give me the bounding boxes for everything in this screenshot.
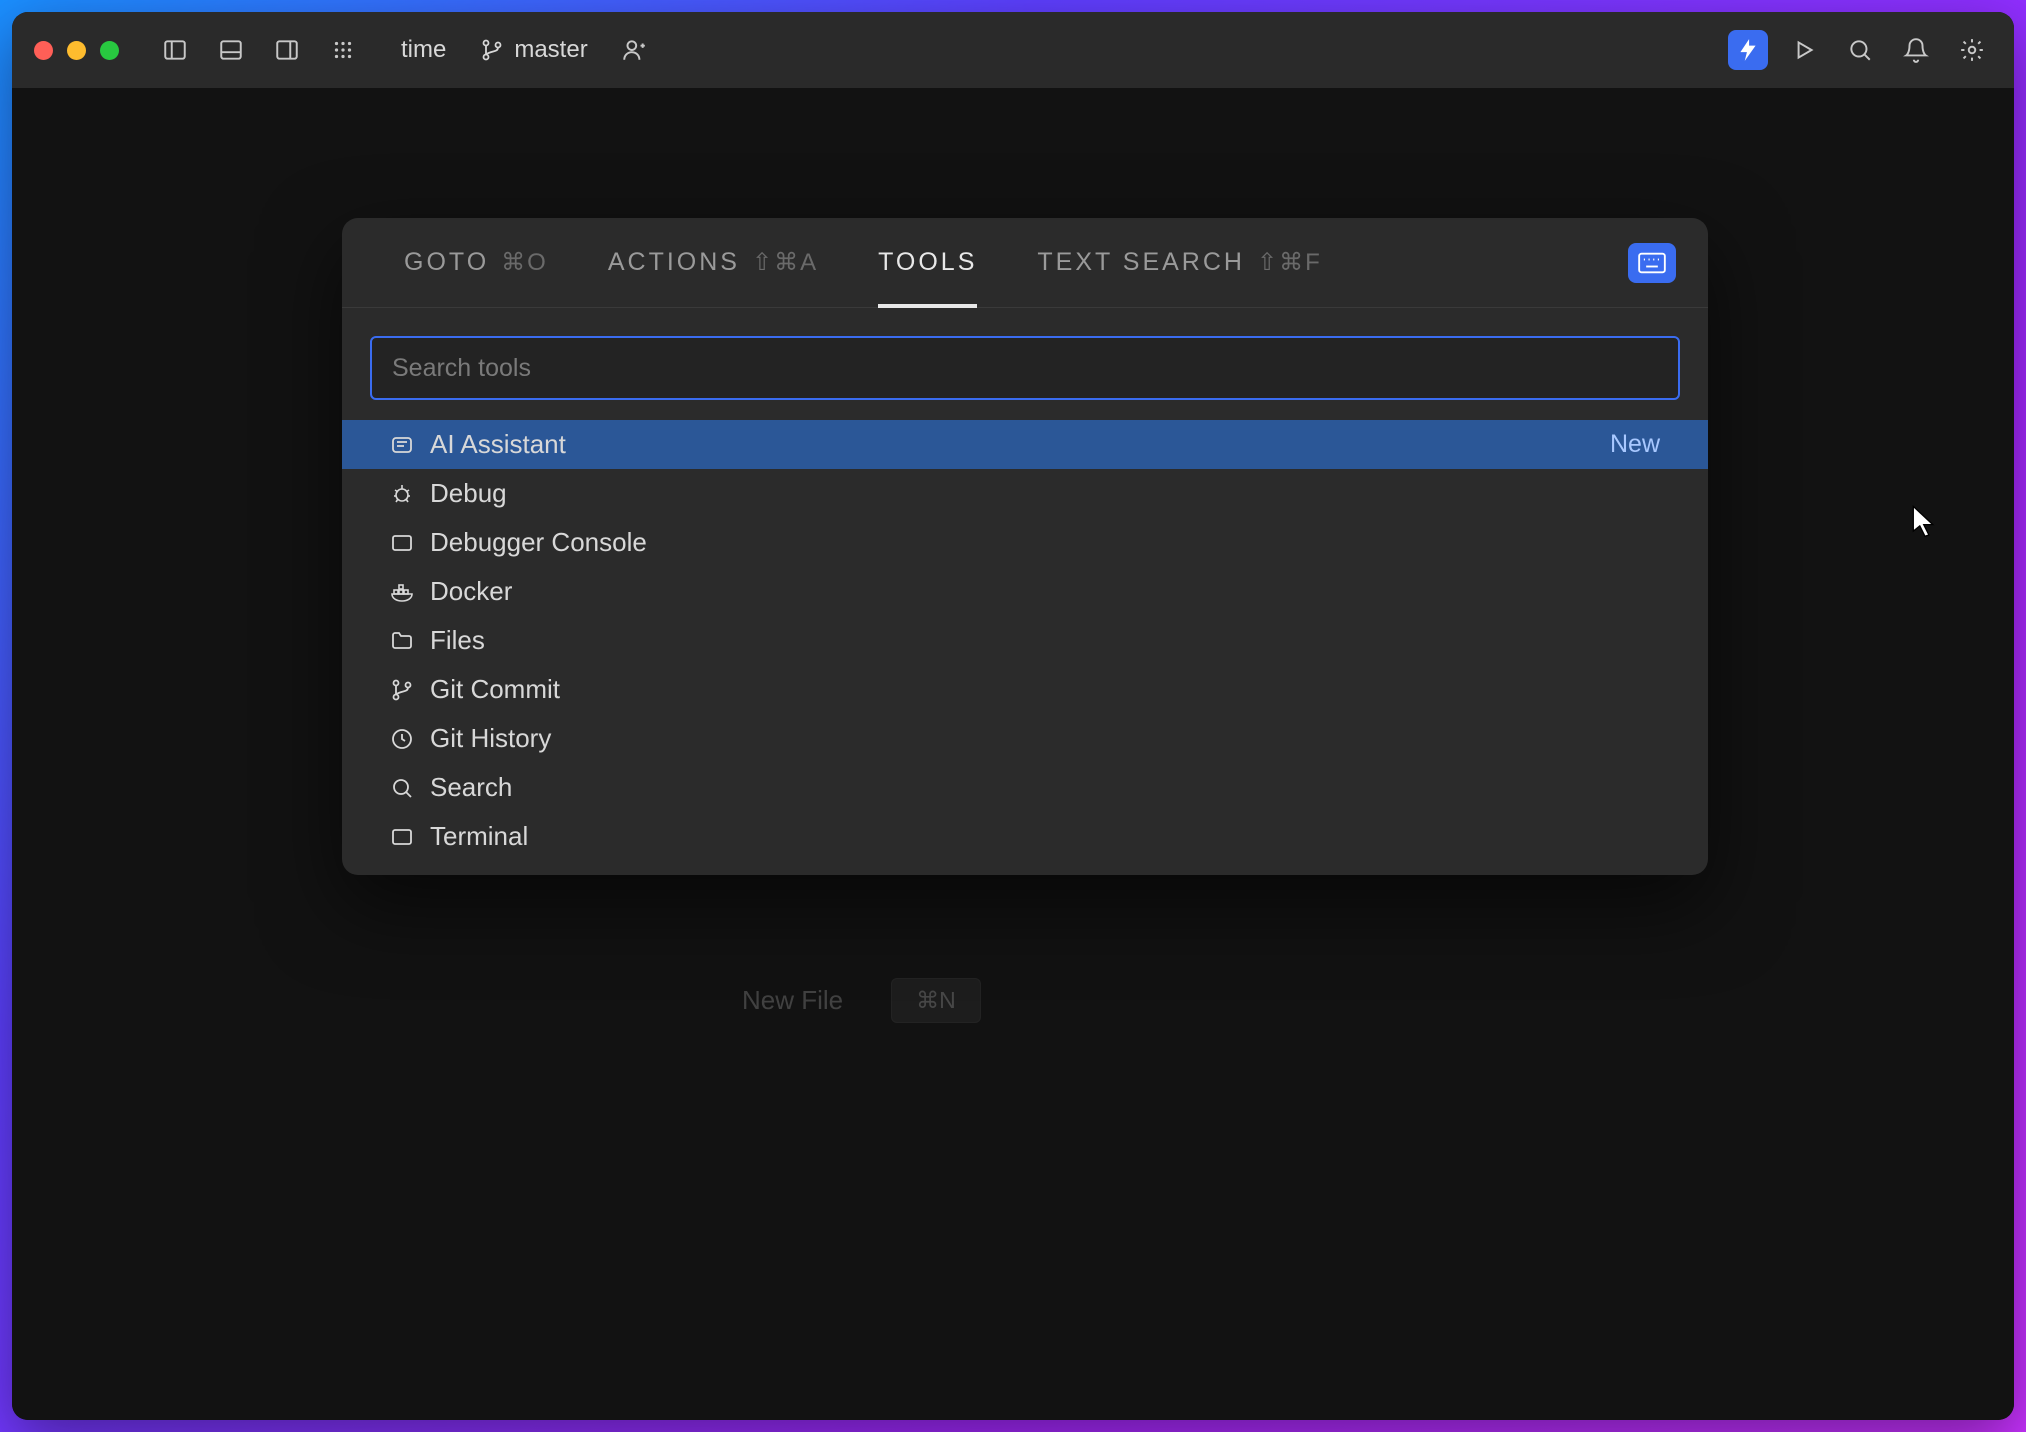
gear-icon bbox=[1959, 37, 1985, 63]
add-collaborator-button[interactable] bbox=[614, 30, 654, 70]
bell-icon bbox=[1903, 37, 1929, 63]
titlebar: time master bbox=[12, 12, 2014, 88]
git-branch-icon bbox=[480, 38, 504, 62]
tool-item-git-history[interactable]: Git History bbox=[342, 714, 1708, 763]
search-tools-input[interactable] bbox=[370, 336, 1680, 400]
panel-toggles bbox=[155, 30, 363, 70]
grid-button[interactable] bbox=[323, 30, 363, 70]
new-badge: New bbox=[1610, 430, 1660, 459]
search-icon bbox=[390, 776, 414, 800]
notifications-button[interactable] bbox=[1896, 30, 1936, 70]
tab-goto[interactable]: GOTO ⌘O bbox=[374, 218, 578, 307]
palette-tabs: GOTO ⌘O ACTIONS ⇧⌘A TOOLS TEXT SEARCH ⇧⌘… bbox=[342, 218, 1708, 308]
tab-actions[interactable]: ACTIONS ⇧⌘A bbox=[578, 218, 848, 307]
app-window: time master bbox=[12, 12, 2014, 1420]
git-branch-icon bbox=[390, 678, 414, 702]
toggle-bottom-panel-button[interactable] bbox=[211, 30, 251, 70]
run-button[interactable] bbox=[1784, 30, 1824, 70]
newfile-label: New File bbox=[742, 985, 843, 1016]
window-minimize-button[interactable] bbox=[67, 41, 86, 60]
search-button[interactable] bbox=[1840, 30, 1880, 70]
tool-item-debug[interactable]: Debug bbox=[342, 469, 1708, 518]
bug-icon bbox=[390, 482, 414, 506]
titlebar-right bbox=[1728, 30, 1992, 70]
window-maximize-button[interactable] bbox=[100, 41, 119, 60]
tool-item-docker[interactable]: Docker bbox=[342, 567, 1708, 616]
tools-list: AI Assistant New Debug Debugger Console bbox=[342, 420, 1708, 875]
newfile-shortcut: ⌘N bbox=[891, 978, 981, 1023]
tool-item-search[interactable]: Search bbox=[342, 763, 1708, 812]
tool-item-ai-assistant[interactable]: AI Assistant New bbox=[342, 420, 1708, 469]
panel-icon bbox=[390, 531, 414, 555]
search-wrapper bbox=[342, 308, 1708, 420]
branch-name: master bbox=[514, 36, 587, 64]
play-icon bbox=[1791, 37, 1817, 63]
keyboard-shortcut-button[interactable] bbox=[1628, 243, 1676, 283]
ai-icon bbox=[390, 433, 414, 457]
docker-icon bbox=[390, 580, 414, 604]
traffic-lights bbox=[34, 41, 119, 60]
git-branch-button[interactable]: master bbox=[480, 36, 587, 64]
toggle-left-panel-button[interactable] bbox=[155, 30, 195, 70]
tool-item-git-commit[interactable]: Git Commit bbox=[342, 665, 1708, 714]
lightning-icon bbox=[1735, 37, 1761, 63]
ai-assistant-button[interactable] bbox=[1728, 30, 1768, 70]
background-newfile-hint: New File ⌘N bbox=[742, 978, 981, 1023]
tab-text-search[interactable]: TEXT SEARCH ⇧⌘F bbox=[1007, 218, 1351, 307]
tool-item-debugger-console[interactable]: Debugger Console bbox=[342, 518, 1708, 567]
command-palette: GOTO ⌘O ACTIONS ⇧⌘A TOOLS TEXT SEARCH ⇧⌘… bbox=[342, 218, 1708, 875]
window-close-button[interactable] bbox=[34, 41, 53, 60]
keyboard-icon bbox=[1638, 252, 1666, 274]
clock-icon bbox=[390, 727, 414, 751]
tool-item-files[interactable]: Files bbox=[342, 616, 1708, 665]
tab-tools[interactable]: TOOLS bbox=[848, 218, 1007, 307]
settings-button[interactable] bbox=[1952, 30, 1992, 70]
search-icon bbox=[1847, 37, 1873, 63]
tool-item-terminal[interactable]: Terminal bbox=[342, 812, 1708, 861]
folder-icon bbox=[390, 629, 414, 653]
terminal-icon bbox=[390, 825, 414, 849]
project-name[interactable]: time bbox=[401, 36, 446, 64]
toggle-right-panel-button[interactable] bbox=[267, 30, 307, 70]
